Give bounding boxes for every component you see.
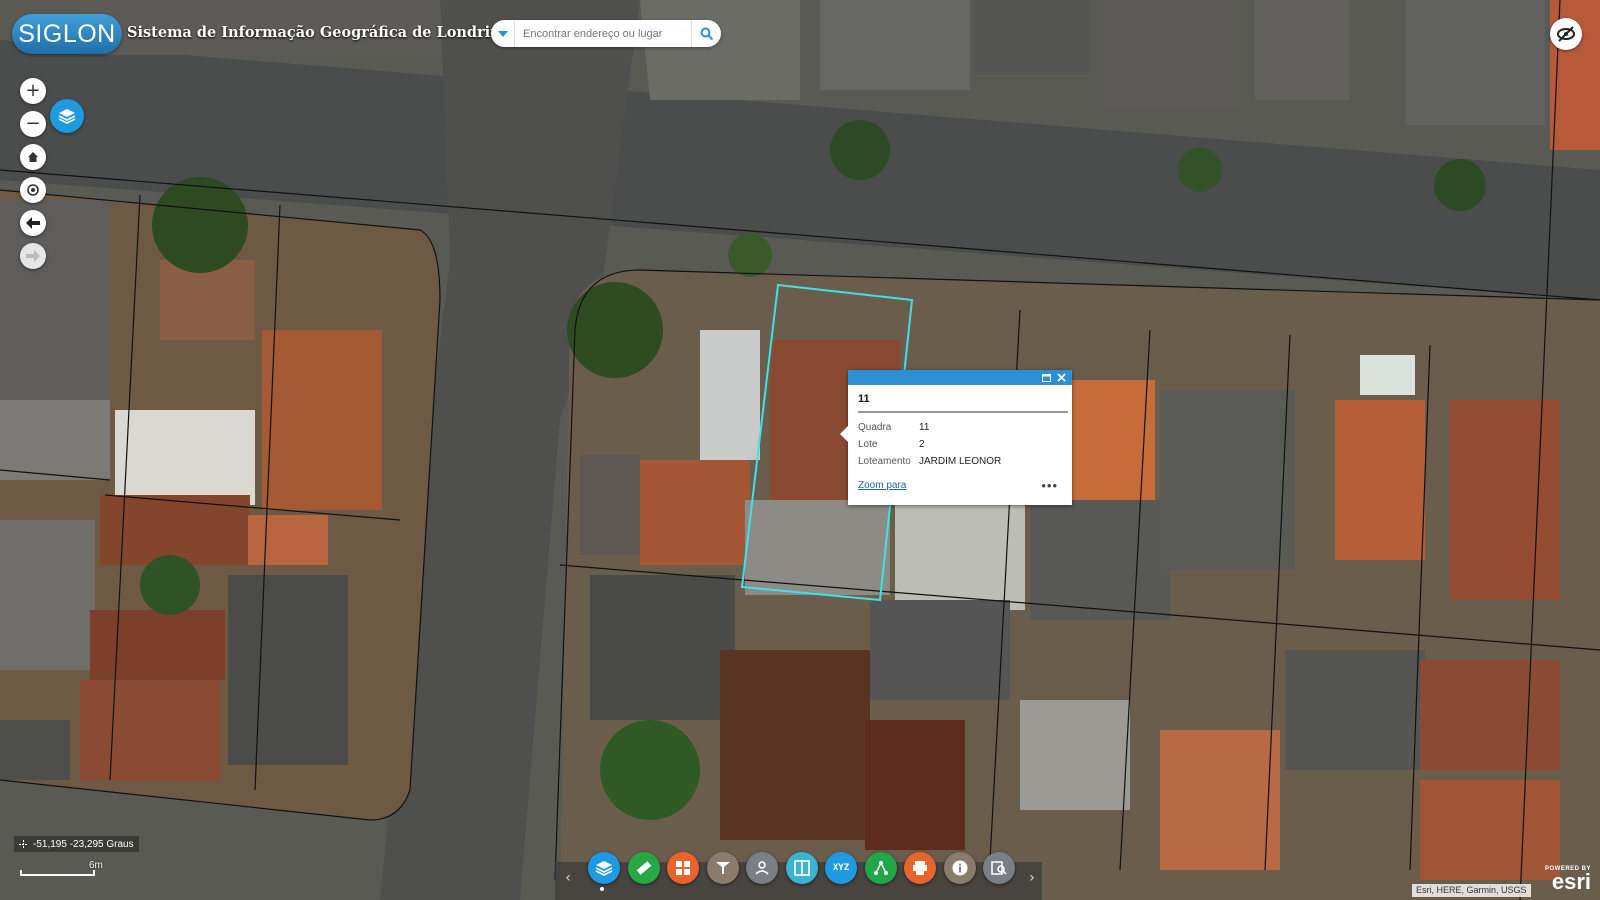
search-button[interactable] <box>691 20 721 47</box>
layer-list-button[interactable] <box>50 99 84 133</box>
swipe-icon <box>793 860 810 876</box>
layers-icon <box>58 109 76 124</box>
basemap-gallery-widget[interactable] <box>667 852 699 884</box>
info-icon <box>952 860 967 876</box>
crosshair-icon <box>19 839 28 849</box>
search-icon <box>700 27 713 40</box>
chevron-left-icon: ‹ <box>565 870 571 886</box>
block-main <box>560 233 1600 900</box>
eye-off-icon <box>1557 26 1575 42</box>
coordinate-widget[interactable]: XYZ <box>825 852 857 884</box>
about-widget[interactable] <box>943 852 976 884</box>
attribute-value: 11 <box>919 422 930 433</box>
popup-title: 11 <box>858 393 870 405</box>
close-icon <box>1057 373 1066 382</box>
home-icon <box>28 152 38 162</box>
zoom-in-button[interactable]: + <box>20 78 46 104</box>
block-left <box>0 177 440 820</box>
share-icon <box>873 861 888 875</box>
layers-icon <box>595 861 613 876</box>
my-location-button[interactable] <box>20 177 46 203</box>
route-icon <box>755 861 769 875</box>
locate-icon <box>27 184 39 196</box>
layers-widget[interactable] <box>588 852 620 884</box>
measure-widget[interactable] <box>627 852 660 884</box>
select-cursor-icon <box>715 862 730 874</box>
toggle-visibility-button[interactable] <box>1550 18 1582 50</box>
query-widget[interactable] <box>983 852 1015 884</box>
popup-header-bar <box>848 370 1072 385</box>
map-view[interactable] <box>0 0 1600 900</box>
select-widget[interactable] <box>706 852 739 884</box>
esri-logo[interactable]: POWERED BY esri <box>1545 866 1592 894</box>
share-widget[interactable] <box>864 852 897 884</box>
feature-popup: 11 Quadra 11 Lote 2 Loteamento JARDIM LE… <box>840 370 1072 505</box>
attribute-value: JARDIM LEONOR <box>919 456 1002 467</box>
chevron-down-icon <box>497 30 508 37</box>
directions-widget[interactable] <box>746 852 778 884</box>
chevron-right-icon: › <box>1029 870 1035 886</box>
active-widget-indicator <box>600 887 604 891</box>
next-extent-button[interactable] <box>20 243 46 269</box>
toolbar-next-button[interactable]: › <box>1024 870 1040 886</box>
search-input[interactable] <box>515 21 691 46</box>
close-button[interactable] <box>1057 373 1066 382</box>
maximize-icon <box>1042 373 1051 382</box>
map-attribution[interactable]: Esri, HERE, Garmin, USGS <box>1412 884 1531 897</box>
print-widget[interactable] <box>904 852 936 884</box>
previous-extent-button[interactable] <box>20 210 46 236</box>
siglon-logo[interactable]: SIGLON <box>12 14 122 54</box>
attribute-label: Loteamento <box>858 456 911 467</box>
xyz-icon: XYZ <box>832 863 850 873</box>
more-actions-button[interactable]: ••• <box>1041 478 1058 493</box>
toolbar-prev-button[interactable]: ‹ <box>560 870 576 886</box>
zoom-out-button[interactable]: − <box>20 111 46 137</box>
scale-label: 6m <box>89 860 103 871</box>
printer-icon <box>913 861 927 875</box>
app-title: Sistema de Informação Geográfica de Lond… <box>127 24 511 41</box>
home-button[interactable] <box>20 144 46 170</box>
attribute-row-loteamento: Loteamento JARDIM LEONOR <box>858 453 1001 470</box>
esri-name: esri <box>1551 869 1592 894</box>
search-bar[interactable] <box>491 20 721 47</box>
maximize-button[interactable] <box>1042 373 1051 382</box>
arrow-left-icon <box>26 217 40 229</box>
query-icon <box>991 861 1007 875</box>
plus-icon: + <box>25 80 41 101</box>
minus-icon: − <box>25 113 41 134</box>
search-source-dropdown[interactable] <box>491 20 515 47</box>
attribute-label: Lote <box>858 439 878 450</box>
grid-icon <box>676 861 690 875</box>
attribute-label: Quadra <box>858 422 892 433</box>
zoom-to-link[interactable]: Zoom para <box>858 480 906 491</box>
ruler-icon <box>636 861 651 875</box>
coordinate-readout[interactable]: -51,195 -23,295 Graus <box>14 836 139 852</box>
scale-bar <box>20 870 95 876</box>
attribute-row-quadra: Quadra 11 <box>858 419 1001 436</box>
popup-divider <box>858 411 1068 413</box>
popup-attributes-table: Quadra 11 Lote 2 Loteamento JARDIM LEONO… <box>858 419 1001 470</box>
attribute-row-lote: Lote 2 <box>858 436 1001 453</box>
attribute-value: 2 <box>919 439 925 450</box>
swipe-widget[interactable] <box>785 852 818 884</box>
arrow-right-icon <box>26 250 40 262</box>
coordinates-text: -51,195 -23,295 Graus <box>33 838 134 850</box>
